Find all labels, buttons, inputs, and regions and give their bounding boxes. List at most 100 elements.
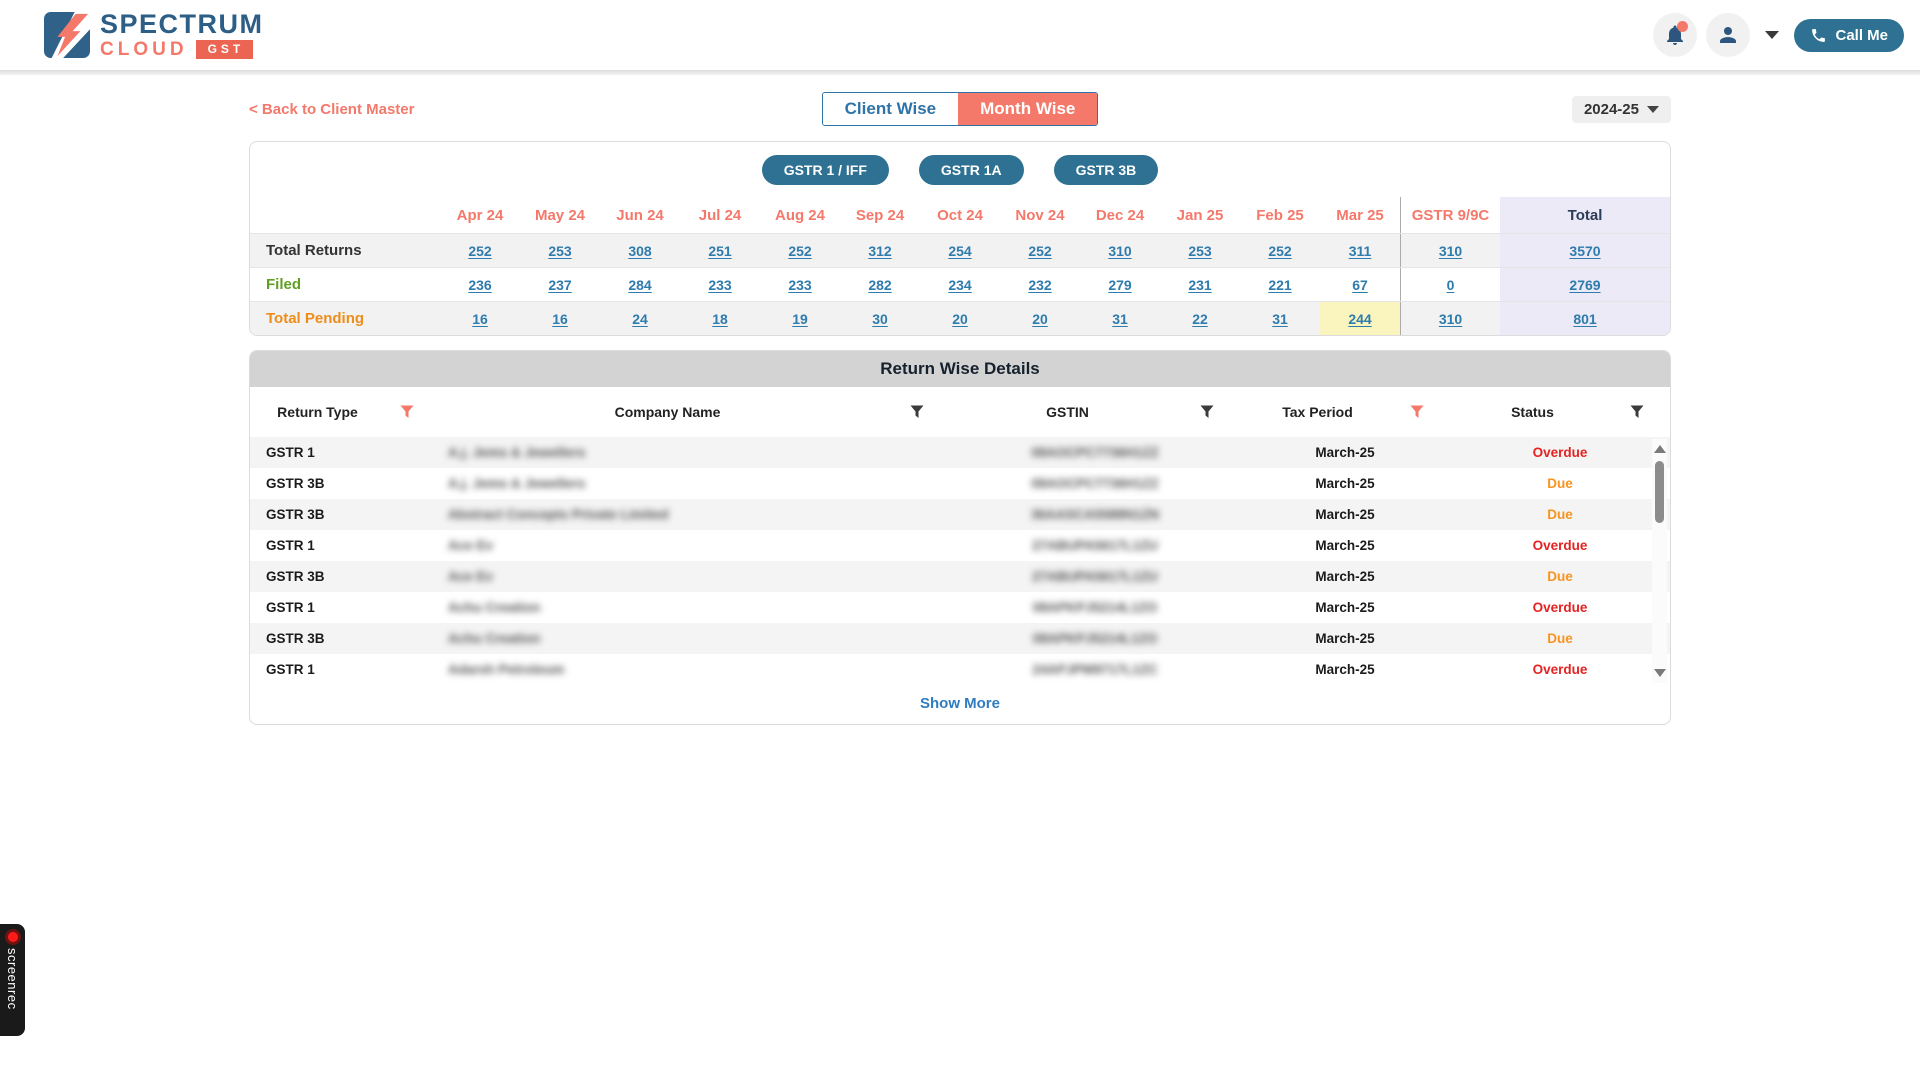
gstr-button-2[interactable]: GSTR 3B: [1054, 155, 1159, 185]
summary-value-link[interactable]: 310: [1439, 311, 1462, 327]
summary-value-cell: 231: [1160, 268, 1240, 301]
user-menu-button[interactable]: [1706, 13, 1750, 57]
summary-value-link[interactable]: 252: [1028, 243, 1051, 259]
summary-value-link[interactable]: 801: [1573, 311, 1596, 327]
summary-value-link[interactable]: 231: [1188, 277, 1211, 293]
summary-value-link[interactable]: 282: [868, 277, 891, 293]
summary-value-link[interactable]: 31: [1272, 311, 1288, 327]
gstin-blurred: 27ABUPA5617L1ZU: [1032, 569, 1158, 584]
summary-value-link[interactable]: 24: [632, 311, 648, 327]
filter-icon[interactable]: [910, 405, 924, 419]
table-scrollbar[interactable]: [1652, 439, 1667, 683]
company-name-cell: Achu Creation: [440, 600, 950, 615]
return-type-cell: GSTR 1: [250, 445, 440, 460]
summary-value-cell: 0: [1400, 268, 1500, 301]
back-to-client-master-link[interactable]: < Back to Client Master: [249, 101, 414, 118]
gstr-button-1[interactable]: GSTR 1A: [919, 155, 1024, 185]
app-logo[interactable]: SPECTRUM CLOUD GST: [44, 11, 264, 59]
summary-value-link[interactable]: 253: [1188, 243, 1211, 259]
summary-column-header: May 24: [520, 197, 600, 233]
company-name-cell: Ace Ev: [440, 569, 950, 584]
summary-value-link[interactable]: 244: [1348, 311, 1371, 327]
summary-column-header: Sep 24: [840, 197, 920, 233]
summary-value-cell: 20: [1000, 302, 1080, 335]
summary-value-link[interactable]: 233: [788, 277, 811, 293]
gstin-cell: 08APKPJ5214L1ZO: [950, 631, 1240, 646]
summary-value-link[interactable]: 19: [792, 311, 808, 327]
gstin-cell: 08AOCPC7736H1ZZ: [950, 445, 1240, 460]
table-row: GSTR 3BAchu Creation08APKPJ5214L1ZOMarch…: [250, 623, 1670, 654]
summary-value-link[interactable]: 67: [1352, 277, 1368, 293]
summary-value-link[interactable]: 310: [1108, 243, 1131, 259]
summary-value-link[interactable]: 20: [952, 311, 968, 327]
summary-value-link[interactable]: 236: [468, 277, 491, 293]
summary-value-link[interactable]: 252: [788, 243, 811, 259]
show-more-link[interactable]: Show More: [250, 685, 1670, 724]
summary-value-link[interactable]: 221: [1268, 277, 1291, 293]
gstr-button-0[interactable]: GSTR 1 / IFF: [762, 155, 889, 185]
summary-value-link[interactable]: 252: [468, 243, 491, 259]
summary-value-link[interactable]: 18: [712, 311, 728, 327]
summary-value-link[interactable]: 232: [1028, 277, 1051, 293]
gstin-cell: 08APKPJ5214L1ZO: [950, 600, 1240, 615]
call-me-label: Call Me: [1835, 27, 1888, 44]
dropdown-caret-icon: [1647, 106, 1659, 113]
notifications-button[interactable]: [1653, 13, 1697, 57]
phone-icon: [1810, 27, 1827, 44]
summary-body: Total Returns252253308251252312254252310…: [250, 233, 1670, 335]
scrollbar-thumb[interactable]: [1655, 461, 1664, 523]
details-title: Return Wise Details: [250, 351, 1670, 387]
summary-value-cell: 19: [760, 302, 840, 335]
filter-icon[interactable]: [1630, 405, 1644, 419]
return-wise-details-card: Return Wise Details Return TypeCompany N…: [249, 350, 1671, 725]
summary-value-link[interactable]: 254: [948, 243, 971, 259]
view-toggle-month-wise[interactable]: Month Wise: [958, 93, 1097, 125]
summary-value-cell: 18: [680, 302, 760, 335]
scroll-down-arrow[interactable]: [1654, 669, 1666, 677]
summary-value-link[interactable]: 252: [1268, 243, 1291, 259]
summary-value-link[interactable]: 3570: [1569, 243, 1600, 259]
status-cell: Overdue: [1450, 662, 1670, 677]
summary-row: Total Pending161624181930202031223124431…: [250, 301, 1670, 335]
column-header-label: GSTIN: [1046, 404, 1089, 420]
summary-value-link[interactable]: 20: [1032, 311, 1048, 327]
column-header-label: Company Name: [615, 404, 721, 420]
summary-value-link[interactable]: 22: [1192, 311, 1208, 327]
summary-value-link[interactable]: 234: [948, 277, 971, 293]
summary-column-header: Aug 24: [760, 197, 840, 233]
status-badge: Overdue: [1533, 662, 1588, 677]
filter-icon[interactable]: [1410, 405, 1424, 419]
summary-value-link[interactable]: 279: [1108, 277, 1131, 293]
summary-value-link[interactable]: 308: [628, 243, 651, 259]
chevron-down-icon[interactable]: [1765, 31, 1779, 39]
summary-value-cell: 254: [920, 234, 1000, 267]
summary-value-link[interactable]: 312: [868, 243, 891, 259]
table-row: GSTR 1Achu Creation08APKPJ5214L1ZOMarch-…: [250, 592, 1670, 623]
screenrec-watermark[interactable]: screenrec: [0, 924, 25, 1036]
summary-value-link[interactable]: 31: [1112, 311, 1128, 327]
summary-value-link[interactable]: 311: [1349, 243, 1372, 259]
summary-value-link[interactable]: 233: [708, 277, 731, 293]
summary-value-cell: 31: [1080, 302, 1160, 335]
scroll-up-arrow[interactable]: [1654, 445, 1666, 453]
financial-year-select[interactable]: 2024-25: [1572, 96, 1671, 123]
summary-value-link[interactable]: 0: [1447, 277, 1455, 293]
summary-value-link[interactable]: 251: [708, 243, 731, 259]
call-me-button[interactable]: Call Me: [1794, 19, 1904, 52]
summary-value-link[interactable]: 16: [552, 311, 568, 327]
tax-period-cell: March-25: [1240, 507, 1450, 522]
view-toggle-client-wise[interactable]: Client Wise: [823, 93, 958, 125]
summary-value-link[interactable]: 237: [548, 277, 571, 293]
gstin-cell: 24APJPM9717L1ZC: [950, 662, 1240, 677]
summary-value-cell: 16: [440, 302, 520, 335]
filter-icon[interactable]: [1200, 405, 1214, 419]
summary-value-link[interactable]: 2769: [1569, 277, 1600, 293]
summary-value-link[interactable]: 16: [472, 311, 488, 327]
summary-value-link[interactable]: 30: [872, 311, 888, 327]
summary-value-link[interactable]: 310: [1439, 243, 1462, 259]
summary-value-link[interactable]: 284: [628, 277, 651, 293]
logo-secondary-text: CLOUD: [100, 40, 188, 59]
summary-value-link[interactable]: 253: [548, 243, 571, 259]
filter-icon[interactable]: [400, 405, 414, 419]
summary-header-row: Apr 24May 24Jun 24Jul 24Aug 24Sep 24Oct …: [250, 197, 1670, 233]
